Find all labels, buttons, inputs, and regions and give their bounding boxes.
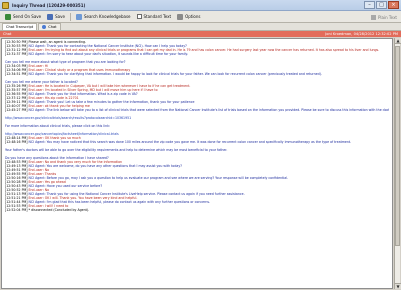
scroll-up-icon[interactable]: ▲ [395,38,401,44]
scroll-thumb[interactable] [395,46,400,246]
search-knowledgebase-label: Search Knowledgebase [83,14,131,19]
message-timestamp: [12:31:37 PM] [5,52,29,56]
transcript-scrollbar[interactable]: ▲ ▼ [394,38,401,289]
scroll-down-icon[interactable]: ▼ [395,283,401,289]
status-left: Chat [3,31,12,36]
send-icon [5,13,11,20]
window-title: Inquiry Thread (120429-000351) [12,2,86,8]
message-text: Your father's doctors will be able to go… [5,148,228,152]
options-button[interactable]: Options [174,12,203,22]
status-agent-timestamp: Joni Kroedman, 04/28/2012 12:32:02 PM [325,31,398,36]
tab-chat-transcript[interactable]: Chat Transcript [2,23,38,30]
window-controls: – □ × [364,1,399,9]
message-text: NCI Agent: The link below will take you … [28,108,389,112]
plain-text-button[interactable]: Plain Text [371,13,397,21]
save-button[interactable]: Save [44,12,68,22]
transcript-line: [12:45:27 PM] NCI Agent: The link below … [5,108,389,112]
tab-strip: Chat Transcript Chat [0,23,401,31]
message-text: * disconnected (Concluded by Agent). [28,208,90,212]
message-text: NCI Agent: Thank you for clarifying that… [28,72,322,76]
toolbar: Send On Save Save Search Knowledgebase S… [0,11,401,23]
message-timestamp: [12:34:51 PM] [5,72,29,76]
text-icon [371,14,377,20]
search-knowledgebase-button[interactable]: Search Knowledgebase [73,12,134,22]
transcript-line: [12:48:16 PM] NCI Agent: You may have no… [5,140,389,144]
plain-text-label: Plain Text [378,14,397,20]
standard-text-label: Standard Text [143,14,172,19]
search-icon [75,13,82,20]
chat-icon [42,25,47,29]
chat-status-bar: Chat Joni Kroedman, 04/28/2012 12:32:02 … [0,31,401,37]
message-timestamp: [12:48:16 PM] [5,140,29,144]
tab-chat[interactable]: Chat [38,23,61,30]
maximize-button[interactable]: □ [376,1,387,9]
message-timestamp: [12:52:04 PM] [5,208,29,212]
save-icon [47,13,54,20]
message-text: NCI Agent: Before you go, may I ask you … [28,176,289,180]
save-label: Save [55,14,65,19]
chat-transcript[interactable]: [12:30:50 PM] Please wait, an agent is c… [1,38,393,289]
transcript-line: [12:52:04 PM] * disconnected (Concluded … [5,208,389,212]
message-text: NCI Agent: You may have noticed that thi… [28,140,352,144]
send-on-save-button[interactable]: Send On Save [2,12,44,22]
close-button[interactable]: × [388,1,399,9]
standard-text-button[interactable]: Standard Text [134,12,175,22]
message-text: NCI Agent: I'm sorry to hear about your … [28,52,188,56]
transcript-link[interactable]: http://www.cancer.gov/clinicaltrials/sea… [5,116,131,120]
message-timestamp: [12:45:27 PM] [5,108,29,112]
send-on-save-label: Send On Save [13,14,42,19]
inquiry-icon [2,1,9,9]
standard-text-checkbox[interactable] [136,14,142,19]
options-label: Options [185,14,201,19]
tab-chat-label: Chat [48,24,57,29]
toolbar-divider [69,12,71,21]
tab-chat-transcript-label: Chat Transcript [6,24,34,29]
options-icon [177,13,184,20]
message-text: For more information about clinical tria… [5,124,111,128]
minimize-button[interactable]: – [364,1,375,9]
window-titlebar[interactable]: Inquiry Thread (120429-000351) – □ × [0,0,401,11]
message-text: NCI Agent: You are welcome, do you have … [28,164,182,168]
